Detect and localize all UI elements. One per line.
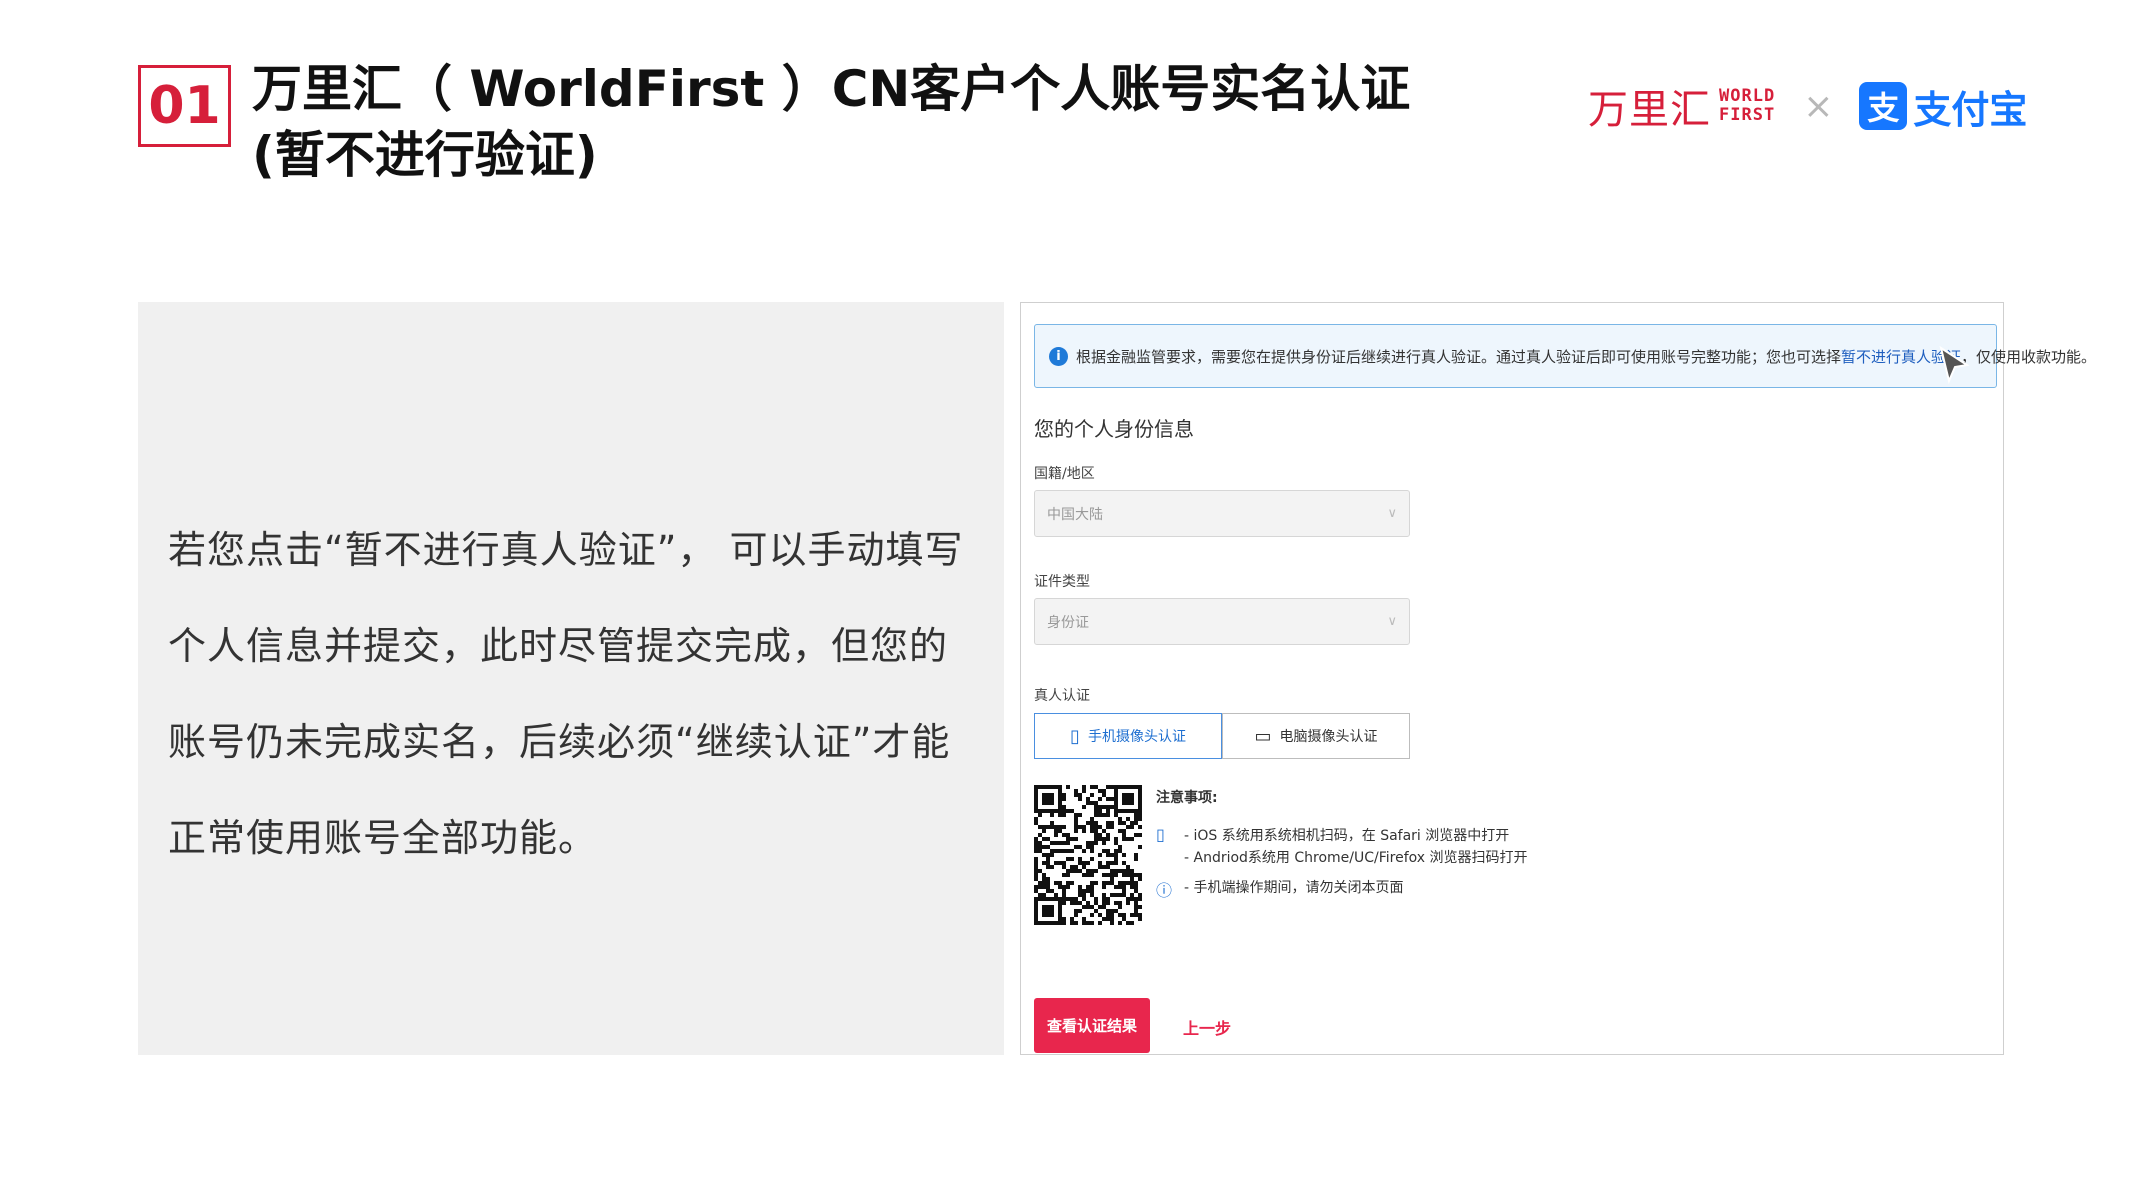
worldfirst-logo-cn: 万里汇 — [1588, 87, 1711, 133]
pc-camera-auth-button[interactable]: ▭ 电脑摄像头认证 — [1222, 713, 1410, 759]
back-link[interactable]: 上一步 — [1183, 1015, 1231, 1039]
note-ios: - iOS 系统用系统相机扫码，在 Safari 浏览器中打开 — [1184, 828, 1510, 844]
chevron-down-icon: ∨ — [1387, 614, 1397, 629]
worldfirst-logo-en: WORLD FIRST — [1719, 87, 1775, 125]
qr-code — [1034, 785, 1142, 925]
notice-text-after: ，仅使用收款功能。 — [1961, 347, 2097, 366]
mouse-cursor-icon — [1939, 345, 1970, 385]
view-result-button[interactable]: 查看认证结果 — [1034, 998, 1150, 1053]
page-title-line2: (暂不进行验证) — [252, 126, 598, 184]
monitor-icon: ▭ — [1254, 725, 1272, 747]
id-type-value: 身份证 — [1047, 614, 1089, 631]
note-keep-open: - 手机端操作期间，请勿关闭本页面 — [1184, 880, 1404, 896]
verification-form-screenshot: i 根据金融监管要求，需要您在提供身份证后继续进行真人验证。通过真人验证后即可使… — [1020, 302, 2096, 1055]
auth-label: 真人认证 — [1034, 688, 1090, 704]
explanation-panel: 若您点击“暂不进行真人验证”， 可以手动填写个人信息并提交，此时尽管提交完成，但… — [138, 302, 1004, 1055]
nationality-value: 中国大陆 — [1047, 506, 1103, 523]
mobile-auth-label: 手机摄像头认证 — [1087, 729, 1186, 745]
alipay-logo-icon: 支 — [1859, 82, 1908, 130]
notes-browser-row: ▯ - iOS 系统用系统相机扫码，在 Safari 浏览器中打开 - Andr… — [1156, 825, 1528, 869]
page-title: 万里汇（ WorldFirst ）CN客户个人账号实名认证 (暂不进行验证) — [252, 56, 1482, 188]
phone-icon: ▯ — [1156, 825, 1165, 844]
alert-circle-icon: ⓘ — [1156, 881, 1173, 900]
section-number: 01 — [138, 65, 231, 147]
phone-icon: ▯ — [1070, 725, 1080, 747]
worldfirst-en-line1: WORLD — [1719, 86, 1776, 106]
notice-banner: i 根据金融监管要求，需要您在提供身份证后继续进行真人验证。通过真人验证后即可使… — [1034, 324, 2096, 388]
id-type-label: 证件类型 — [1034, 574, 1090, 590]
notes-warning-row: ⓘ - 手机端操作期间，请勿关闭本页面 — [1156, 877, 1528, 901]
auth-method-toggle: ▯ 手机摄像头认证 ▭ 电脑摄像头认证 — [1034, 713, 1410, 759]
id-type-select[interactable]: 身份证 ∨ — [1034, 598, 1410, 645]
logo-separator: × — [1803, 85, 1834, 127]
partner-logos: 万里汇 WORLD FIRST × 支 支付宝 — [1588, 76, 2027, 136]
explanation-text: 若您点击“暂不进行真人验证”， 可以手动填写个人信息并提交，此时尽管提交完成，但… — [168, 528, 964, 860]
info-icon: i — [1049, 346, 1068, 366]
notice-text-before: 根据金融监管要求，需要您在提供身份证后继续进行真人验证。通过真人验证后即可使用账… — [1076, 347, 1842, 366]
notes-title: 注意事项: — [1156, 790, 1218, 806]
page-title-line1: 万里汇（ WorldFirst ）CN客户个人账号实名认证 — [252, 60, 1411, 118]
nationality-label: 国籍/地区 — [1034, 466, 1095, 482]
worldfirst-en-line2: FIRST — [1719, 105, 1776, 125]
notes-block: 注意事项: ▯ - iOS 系统用系统相机扫码，在 Safari 浏览器中打开 … — [1156, 787, 1528, 909]
chevron-down-icon: ∨ — [1387, 506, 1397, 521]
alipay-logo-text: 支付宝 — [1913, 87, 2028, 132]
mobile-camera-auth-button[interactable]: ▯ 手机摄像头认证 — [1034, 713, 1222, 759]
pc-auth-label: 电脑摄像头认证 — [1279, 729, 1378, 745]
section-title: 您的个人身份信息 — [1034, 417, 1194, 441]
note-android: - Andriod系统用 Chrome/UC/Firefox 浏览器扫码打开 — [1184, 850, 1528, 866]
nationality-select[interactable]: 中国大陆 ∨ — [1034, 490, 1410, 537]
